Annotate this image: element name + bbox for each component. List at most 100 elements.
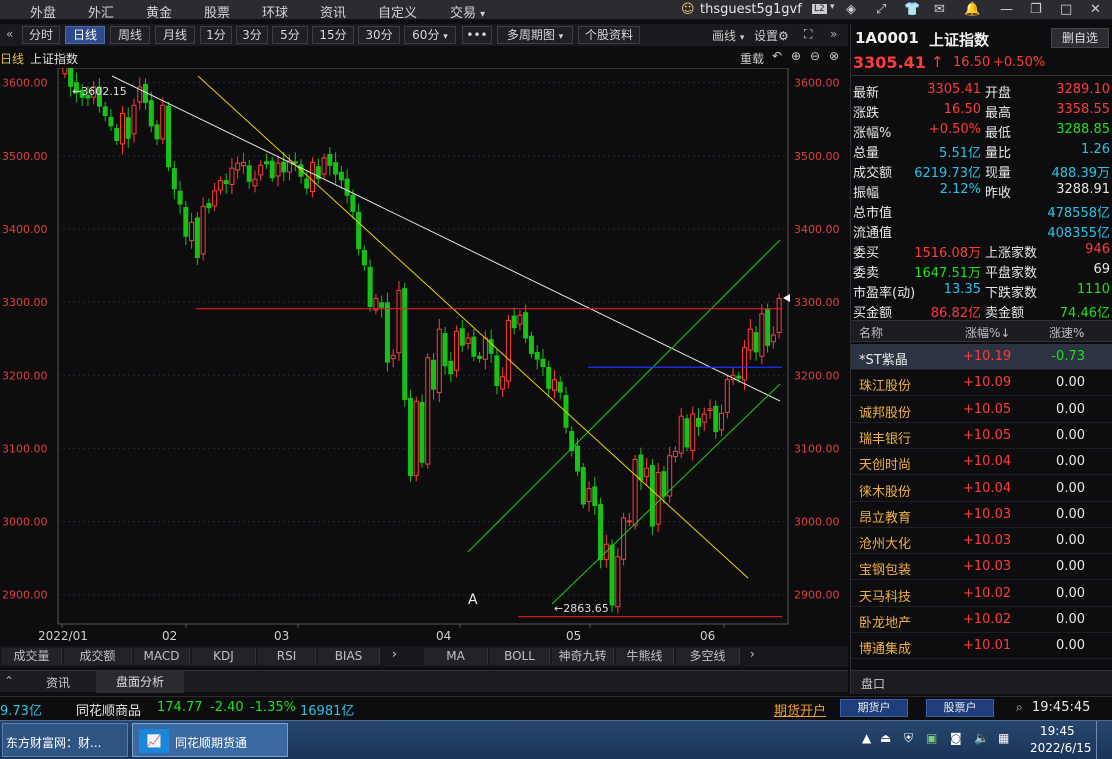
list-item[interactable]: 天创时尚 +10.04 0.00 xyxy=(851,449,1112,476)
settings-button[interactable]: 设置⚙ xyxy=(754,27,789,44)
menu-global[interactable]: 环球 xyxy=(262,2,288,21)
futures-account-button[interactable]: 期货户 xyxy=(840,699,908,717)
ind-tab-volume[interactable]: 成交量 xyxy=(2,648,62,665)
clock-date[interactable]: 2022/6/15 xyxy=(1030,741,1092,755)
col-name[interactable]: 名称 xyxy=(859,324,883,341)
candlestick-chart[interactable]: 3600.00 3600.00 3500.00 3500.00 3400.00 3400.… xyxy=(0,68,848,644)
double-chevron-right-icon[interactable]: » xyxy=(830,27,837,41)
battery-icon[interactable]: ▣ xyxy=(926,731,937,745)
candle-body xyxy=(263,161,269,165)
list-item[interactable]: 宝钢包装 +10.03 0.00 xyxy=(851,554,1112,581)
network-icon[interactable]: ▦ xyxy=(998,731,1009,745)
layers-icon[interactable]: ◈ xyxy=(846,2,856,17)
volume-icon[interactable]: 🔈 xyxy=(974,731,989,745)
expand-icon[interactable]: ⤢ xyxy=(876,2,886,17)
tab-1min[interactable]: 1分 xyxy=(200,26,232,44)
candle-body xyxy=(649,465,655,527)
tab-3min[interactable]: 3分 xyxy=(236,26,268,44)
menu-trade[interactable]: 交易 ▾ xyxy=(450,2,485,21)
ind-tab-bias[interactable]: BIAS xyxy=(318,648,380,665)
list-item[interactable]: 珠江股份 +10.09 0.00 xyxy=(851,370,1112,397)
chevron-right-icon[interactable]: › xyxy=(392,647,397,661)
shirt-icon[interactable]: 👕 xyxy=(904,2,920,17)
menu-news[interactable]: 资讯 xyxy=(320,2,346,21)
tab-order-book[interactable]: 盘口 xyxy=(861,675,885,692)
remove-favorite-button[interactable]: 删自选 xyxy=(1051,28,1109,48)
zoom-in-icon[interactable]: ⊕ xyxy=(791,49,801,63)
collapse-up-icon[interactable]: ⌃ xyxy=(4,674,14,688)
ind-tab-macd[interactable]: MACD xyxy=(134,648,190,665)
stock-account-button[interactable]: 股票户 xyxy=(926,699,994,717)
show-desktop-button[interactable] xyxy=(1096,721,1112,759)
chevron-down-icon[interactable]: ▾ xyxy=(830,2,835,12)
list-item[interactable]: 卧龙地产 +10.02 0.00 xyxy=(851,607,1112,633)
draw-line-button[interactable]: 画线 ▾ xyxy=(712,27,744,44)
clock-time[interactable]: 19:45 xyxy=(1040,724,1075,738)
shield-icon[interactable]: ⛨ xyxy=(904,731,913,746)
ind-tab-ma[interactable]: MA xyxy=(424,648,488,665)
ind-tab-turnover[interactable]: 成交额 xyxy=(64,648,132,665)
menu-stocks[interactable]: 股票 xyxy=(204,2,230,21)
multi-period-button[interactable]: 多周期图 ▾ xyxy=(497,26,573,44)
list-item[interactable]: 诚邦股份 +10.05 0.00 xyxy=(851,397,1112,423)
stock-name: *ST紫晶 xyxy=(859,353,908,368)
tab-fenshi[interactable]: 分时 xyxy=(22,26,60,44)
tab-15min[interactable]: 15分 xyxy=(312,26,354,44)
quote-value: 69 xyxy=(1093,262,1110,277)
tab-monthly[interactable]: 月线 xyxy=(155,26,195,44)
list-item[interactable]: 博通集成 +10.01 0.00 xyxy=(851,633,1112,660)
stock-profile-button[interactable]: 个股资料 xyxy=(578,26,640,44)
tray-app-icon[interactable]: ◙ xyxy=(950,731,962,745)
more-button[interactable]: ••• xyxy=(462,26,492,44)
ind-tab-duokong[interactable]: 多空线 xyxy=(676,648,740,665)
close-circle-icon[interactable]: ⊗ xyxy=(829,49,839,63)
list-item[interactable]: 昂立教育 +10.03 0.00 xyxy=(851,502,1112,528)
ticker-name[interactable]: 同花顺商品 xyxy=(76,700,141,719)
bell-icon[interactable]: 🔔 xyxy=(964,2,980,17)
list-item[interactable]: 沧州大化 +10.03 0.00 xyxy=(851,528,1112,555)
candle-body xyxy=(235,162,241,171)
maximize-icon[interactable]: □ xyxy=(1060,2,1072,17)
ind-tab-bullbear[interactable]: 牛熊线 xyxy=(616,648,674,665)
mail-icon[interactable]: ✉ xyxy=(934,2,945,17)
tab-daily[interactable]: 日线 xyxy=(65,26,105,44)
col-speed[interactable]: 涨速% xyxy=(1049,324,1084,341)
reload-button[interactable]: 重载 xyxy=(740,50,764,67)
menu-gold[interactable]: 黄金 xyxy=(146,2,172,21)
tab-weekly[interactable]: 周线 xyxy=(110,26,150,44)
tab-5min[interactable]: 5分 xyxy=(272,26,308,44)
menu-waipan[interactable]: 外盘 xyxy=(30,2,56,21)
ind-tab-td9[interactable]: 神奇九转 xyxy=(552,648,614,665)
current-price: 3305.41 xyxy=(853,53,926,72)
chevron-right-icon[interactable]: › xyxy=(750,647,755,661)
tray-expand-icon[interactable]: ▲ xyxy=(862,731,871,745)
fullscreen-icon[interactable]: ⛶ xyxy=(804,27,812,42)
username[interactable]: thsguest5g1gvf xyxy=(700,2,802,17)
tab-30min[interactable]: 30分 xyxy=(358,26,400,44)
minimize-icon[interactable]: — xyxy=(1000,2,1013,17)
ind-tab-rsi[interactable]: RSI xyxy=(258,648,316,665)
list-item[interactable]: *ST紫晶 +10.19 -0.73 xyxy=(851,344,1112,370)
col-pct[interactable]: 涨幅%↓ xyxy=(965,324,1010,341)
futures-account-link[interactable]: 期货开户 xyxy=(774,700,826,719)
menu-waihui[interactable]: 外汇 xyxy=(88,2,114,21)
list-item[interactable]: 瑞丰银行 +10.05 0.00 xyxy=(851,423,1112,449)
usb-icon[interactable]: ⏏ xyxy=(880,731,891,745)
undo-icon[interactable]: ↶ xyxy=(772,49,782,63)
quote-value: 408355亿 xyxy=(1047,226,1110,241)
restore-icon[interactable]: ❐ xyxy=(1030,2,1042,17)
tab-60min[interactable]: 60分 ▾ xyxy=(404,26,456,44)
close-icon[interactable]: ✕ xyxy=(1090,2,1101,17)
list-item[interactable]: 天马科技 +10.02 0.00 xyxy=(851,581,1112,607)
menu-custom[interactable]: 自定义 xyxy=(378,2,417,21)
taskbar-app-eastmoney[interactable]: 东方财富网：财... xyxy=(2,723,128,757)
ind-tab-boll[interactable]: BOLL xyxy=(490,648,550,665)
list-item[interactable]: 徕木股份 +10.04 0.00 xyxy=(851,476,1112,502)
ind-tab-kdj[interactable]: KDJ xyxy=(192,648,256,665)
double-chevron-left-icon[interactable]: « xyxy=(6,27,13,41)
taskbar-app-ths-futures[interactable]: 📈 同花顺期货通 xyxy=(132,723,288,757)
subtab-market-analysis[interactable]: 盘面分析 xyxy=(96,671,184,693)
zoom-out-icon[interactable]: ⊖ xyxy=(810,49,820,63)
subtab-news[interactable]: 资讯 xyxy=(46,674,70,691)
search-icon[interactable]: ⌕ xyxy=(1016,700,1023,715)
